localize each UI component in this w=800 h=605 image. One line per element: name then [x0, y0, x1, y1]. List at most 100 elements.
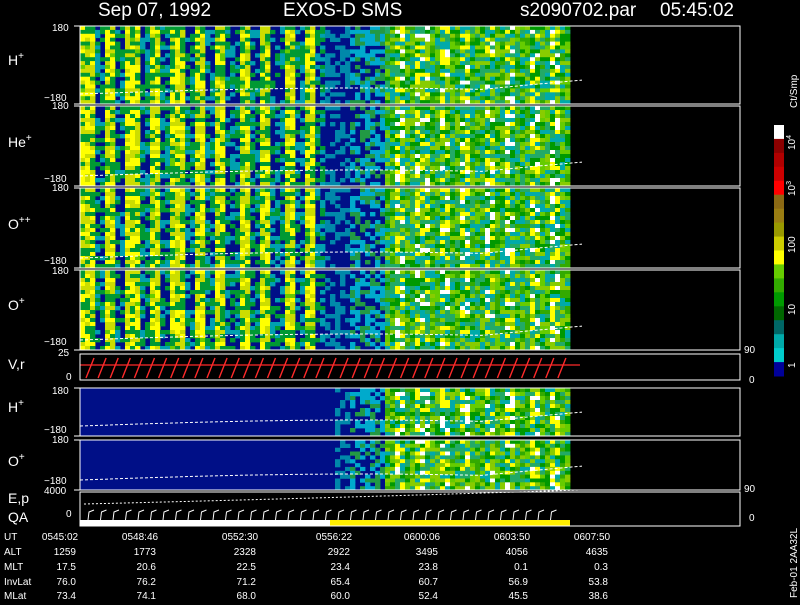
spectrogram-cell — [415, 212, 421, 217]
spectrogram-cell — [485, 41, 491, 46]
spectrogram-cell — [475, 96, 481, 101]
spectrogram-cell — [475, 196, 481, 201]
spectrogram-cell — [545, 49, 551, 54]
spectrogram-cell — [220, 248, 226, 253]
header-time: 05:45:02 — [660, 0, 734, 21]
spectrogram-cell — [400, 61, 406, 66]
spectrogram-cell — [525, 204, 531, 209]
spectrogram-cell — [540, 122, 546, 127]
spectrogram-cell — [115, 212, 121, 217]
spectrogram-cell — [315, 244, 321, 249]
spectrogram-cell — [220, 162, 226, 167]
spectrogram-cell — [135, 150, 141, 155]
spectrogram-cell — [535, 53, 541, 58]
spectrogram-cell — [425, 33, 431, 39]
spectrogram-cell — [460, 154, 466, 159]
spectrogram-cell — [480, 142, 486, 147]
spectrogram-cell — [390, 26, 396, 31]
spectrogram-cell — [390, 232, 396, 237]
spectrogram-cell — [480, 224, 486, 229]
spectrogram-cell — [180, 76, 186, 81]
spectrogram-cell — [545, 72, 551, 78]
spectrogram-cell — [125, 134, 131, 139]
spectrogram-cell — [290, 88, 296, 93]
spectrogram-cell — [565, 200, 571, 205]
spectrogram-cell — [465, 118, 471, 123]
spectrogram-cell — [555, 154, 561, 159]
spectrogram-cell — [430, 158, 436, 163]
spectrogram-cell — [445, 49, 451, 54]
spectrogram-cell — [280, 260, 286, 265]
spectrogram-cell — [425, 150, 431, 155]
spectrogram-cell — [105, 146, 111, 151]
spectrogram-cell — [105, 61, 111, 66]
spectrogram-cell — [530, 162, 536, 167]
spectrogram-cell — [220, 76, 226, 81]
spectrogram-cell — [130, 232, 136, 237]
spectrogram-cell — [425, 192, 431, 197]
spectrogram-cell — [350, 57, 356, 62]
spectrogram-cell — [260, 204, 266, 209]
spectrogram-cell — [510, 61, 516, 66]
spectrogram-cell — [165, 158, 171, 163]
spectrogram-cell — [355, 260, 361, 265]
spectrogram-cell — [160, 29, 166, 35]
spectrogram-cell — [415, 174, 421, 179]
spectrogram-cell — [245, 96, 251, 101]
spectrogram-cell — [540, 53, 546, 58]
spectrogram-cell — [520, 126, 526, 131]
spectrogram-cell — [240, 252, 246, 257]
spectrogram-cell — [400, 88, 406, 93]
spectrogram-cell — [85, 204, 91, 209]
spectrogram-cell — [365, 61, 371, 66]
spectrogram-cell — [450, 200, 456, 205]
spectrogram-cell — [85, 80, 91, 85]
spectrogram-cell — [355, 252, 361, 257]
spectrogram-cell — [335, 150, 341, 155]
spectrogram-cell — [530, 212, 536, 217]
spectrogram-cell — [485, 224, 491, 229]
spectrogram-cell — [455, 134, 461, 139]
spectrogram-cell — [515, 37, 521, 42]
spectrogram-cell — [445, 41, 451, 46]
spectrogram-cell — [335, 106, 341, 111]
spectrogram-cell — [125, 154, 131, 159]
spectrogram-cell — [105, 150, 111, 155]
spectrogram-cell — [245, 68, 251, 74]
spectrogram-cell — [80, 244, 86, 249]
spectrogram-cell — [395, 49, 401, 54]
spectrogram-cell — [520, 29, 526, 35]
spectrogram-cell — [430, 76, 436, 81]
spectrogram-cell — [200, 228, 206, 233]
spectrogram-cell — [310, 220, 316, 225]
spectrogram-cell — [480, 232, 486, 237]
spectrogram-cell — [105, 88, 111, 93]
spectrogram-cell — [495, 154, 501, 159]
spectrogram-cell — [405, 72, 411, 78]
spectrogram-cell — [115, 162, 121, 167]
spectrogram-cell — [290, 96, 296, 101]
spectrogram-cell — [305, 162, 311, 167]
spectrogram-cell — [85, 334, 91, 339]
spectrogram-cell — [135, 80, 141, 85]
spectrogram-cell — [85, 146, 91, 151]
spectrogram-cell — [165, 256, 171, 261]
spectrogram-cell — [280, 134, 286, 139]
spectrogram-cell — [445, 33, 451, 39]
spectrogram-cell — [530, 33, 536, 39]
spectrogram-cell — [180, 41, 186, 46]
spectrogram-cell — [300, 142, 306, 147]
spectrogram-cell — [520, 49, 526, 54]
spectrogram-cell — [295, 61, 301, 66]
spectrogram-cell — [350, 49, 356, 54]
spectrogram-cell — [180, 244, 186, 249]
spectrogram-cell — [545, 188, 551, 193]
spectrogram-cell — [105, 274, 111, 279]
spectrogram-cell — [295, 45, 301, 50]
spectrogram-cell — [135, 204, 141, 209]
spectrogram-cell — [255, 204, 261, 209]
spectrogram-cell — [285, 154, 291, 159]
spectrogram-cell — [170, 118, 176, 123]
spectrogram-cell — [510, 49, 516, 54]
spectrogram-cell — [155, 61, 161, 66]
